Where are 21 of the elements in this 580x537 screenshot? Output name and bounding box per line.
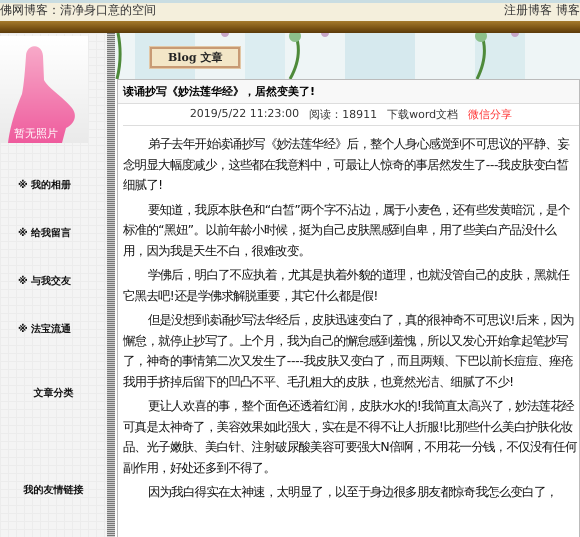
article-paragraph: 因为我白得实在太神速，太明显了，以至于身边很多朋友都惊奇我怎么变白了， xyxy=(146,483,558,501)
sidebar-link[interactable]: ※ 给我留言 xyxy=(18,228,72,240)
sidebar-link[interactable]: ※ 我的相册 xyxy=(18,180,72,192)
header-link[interactable]: 注册博客 博客 xyxy=(504,3,580,17)
share-link[interactable]: 微信分享 xyxy=(468,107,512,122)
read-count: 阅读：18911 xyxy=(309,107,378,122)
article-paragraph: 但是没想到读诵抄写法华经后，皮肤迅速变白了，真的很神奇不可思议!后来，因为懈怠，就停止抄写了。上个月，我为自己的懈怠感到羞愧，所以又发心开始拿起笔抄写了，神奇的事情第二次又发生了----我皮肤又变白了，而且两颊、下巴以前长痘痘、痤疮我用手挤掉后留下的凹凸不平、毛孔粗大的皮肤，也竟然光洁、细腻了不少! xyxy=(123,311,575,390)
photo-caption: 暂无照片 xyxy=(14,126,58,141)
sidebar-link[interactable]: ※ 法宝流通 xyxy=(18,324,72,336)
site-title: 佛网博客：清净身口意的空间 xyxy=(0,3,156,17)
article-paragraph: 弟子去年开始读诵抄写《妙法莲华经》后，整个人身心感觉到不可思议的平静、妄念明显大幅度减少，这些都在我意料中，可最让人惊奇的事居然发生了---我皮肤变白皙细腻了! xyxy=(123,135,570,194)
post-date: 2019/5/22 11:23:00 xyxy=(190,107,300,122)
article-paragraph: 要知道，我原本肤色和“白皙”两个字不沾边，属于小麦色，还有些发黄暗沉，是个标准的“黑妞”。以前年龄小时候，挺为自己皮肤黑感到自卑，用了些美白产品没什么用，因为我是天生不白，很难改变。 xyxy=(123,200,571,260)
download-link[interactable]: 下载word文档 xyxy=(387,107,458,122)
sidebar-heading: 文章分类 xyxy=(34,386,74,400)
sidebar-heading: 我的友情链接 xyxy=(24,484,84,497)
article-title: 读诵抄写《妙法莲华经》，居然变美了! xyxy=(118,80,579,104)
section-badge: Blog 文章 xyxy=(150,47,240,68)
sidebar-link[interactable]: ※ 与我交友 xyxy=(18,276,72,288)
article-paragraph: 学佛后，明白了不应执着，尤其是执着外貌的道理，也就没管自己的皮肤，黑就任它黑去吧!还是学佛求解脱重要，其它什么都是假! xyxy=(123,266,570,304)
article-paragraph: 更让人欢喜的事，整个面色还透着红润，皮肤水水的!我简直太高兴了，妙法莲花经可真是太神奇了，美容效果如此强大，实在是不得不让人折服!比那些什么美白护肤化妆品、光子嫩肤、美白针、注射破尿酸美容可要强大N倍啊，不用花一分钱，不仅没有任何副作用，好处还多到不得了。 xyxy=(123,397,577,476)
